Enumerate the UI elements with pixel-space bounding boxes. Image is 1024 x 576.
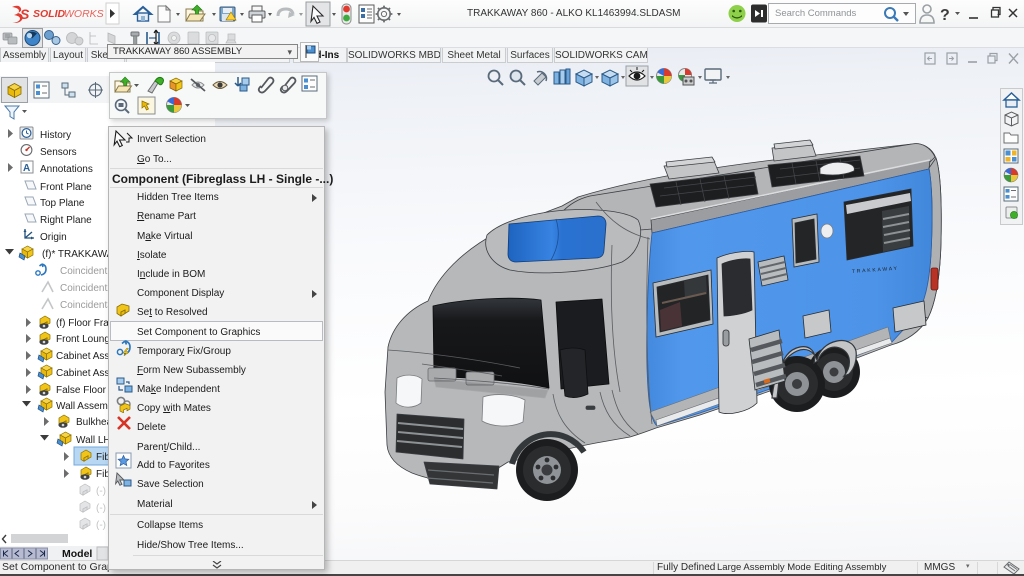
svg-text:Wall Assemb: Wall Assemb (56, 401, 114, 412)
svg-text:Model: Model (62, 548, 92, 560)
svg-text:Coincident3: Coincident3 (60, 300, 113, 311)
svg-text:Top Plane: Top Plane (40, 198, 85, 209)
svg-text:Coincident2: Coincident2 (60, 283, 113, 294)
svg-text:Cabinet Asse: Cabinet Asse (56, 351, 115, 362)
svg-text:Annotations: Annotations (40, 164, 93, 175)
svg-text:Cabinet Asse: Cabinet Asse (56, 368, 115, 379)
svg-text:Origin: Origin (40, 232, 67, 243)
svg-text:Right Plane: Right Plane (40, 215, 92, 226)
svg-text:History: History (40, 130, 71, 141)
svg-text:Sensors: Sensors (40, 147, 77, 158)
svg-text:Coincident1: Coincident1 (60, 266, 113, 277)
svg-text:Wall LH: Wall LH (76, 435, 111, 446)
svg-text:Front Lounge: Front Lounge (56, 334, 116, 345)
svg-text:A: A (23, 163, 30, 174)
svg-text:Front Plane: Front Plane (40, 182, 92, 193)
